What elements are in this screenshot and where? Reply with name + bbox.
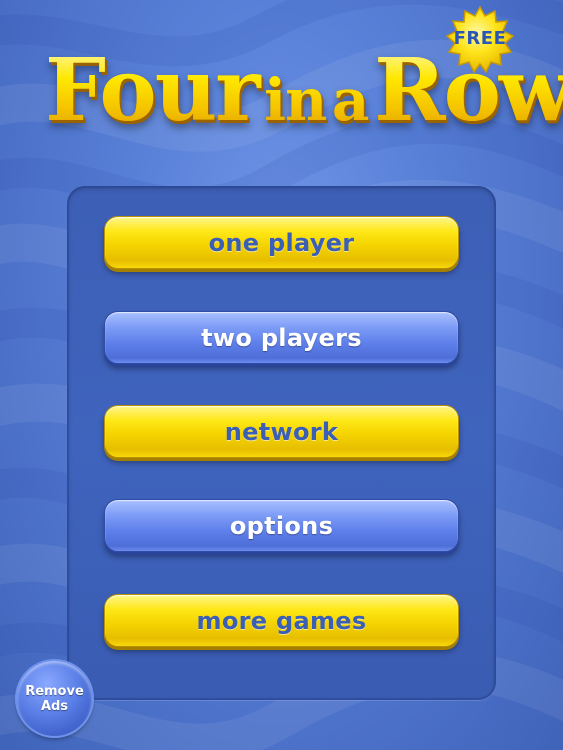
remove-ads-line1: Remove bbox=[25, 683, 84, 699]
one-player-button[interactable]: one player bbox=[104, 216, 459, 269]
network-label: network bbox=[224, 417, 339, 446]
more-games-button[interactable]: more games bbox=[104, 594, 459, 647]
remove-ads-button[interactable]: Remove Ads bbox=[17, 661, 92, 736]
title-word-four: Four bbox=[45, 40, 259, 141]
title-word-a: a bbox=[331, 66, 369, 134]
title-word-in: in bbox=[264, 66, 327, 134]
network-button[interactable]: network bbox=[104, 405, 459, 458]
options-button[interactable]: options bbox=[104, 499, 459, 552]
one-player-label: one player bbox=[208, 228, 355, 257]
more-games-label: more games bbox=[196, 606, 367, 635]
main-menu-panel: one player two players network options m… bbox=[67, 186, 496, 700]
options-label: options bbox=[229, 511, 334, 540]
two-players-label: two players bbox=[201, 323, 362, 352]
two-players-button[interactable]: two players bbox=[104, 311, 459, 364]
remove-ads-line2: Ads bbox=[40, 698, 69, 714]
free-label: FREE bbox=[453, 28, 507, 49]
free-badge: FREE bbox=[445, 5, 515, 75]
